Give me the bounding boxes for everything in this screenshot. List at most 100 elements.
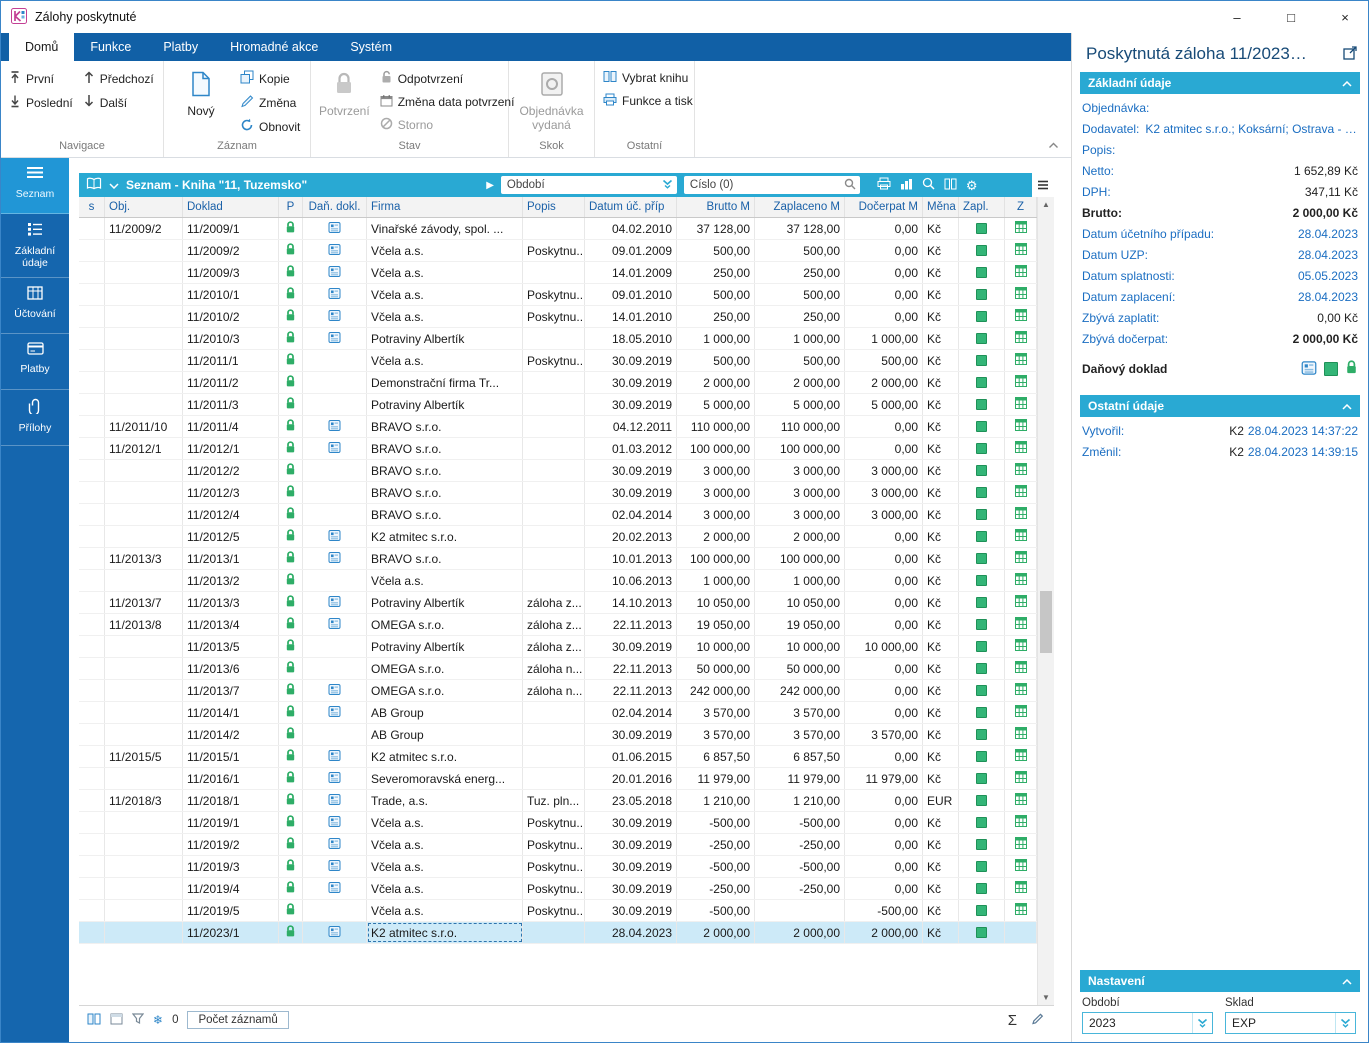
unconfirm-button[interactable]: Odpotvrzení (380, 70, 515, 87)
chart-icon[interactable] (900, 178, 913, 193)
warehouse-dropdown-icon[interactable] (1335, 1013, 1355, 1033)
column-header[interactable]: Firma (367, 197, 523, 217)
table-row[interactable]: 11/2011/2Demonstrační firma Tr...30.09.2… (79, 372, 1037, 394)
column-header[interactable]: s (79, 197, 105, 217)
column-header[interactable]: Dočerpat M (845, 197, 923, 217)
table-row[interactable]: 11/2010/2Včela a.s.Poskytnu...14.01.2010… (79, 306, 1037, 328)
table-row[interactable]: 11/2013/5Potraviny Albertíkzáloha z...30… (79, 636, 1037, 658)
column-header[interactable]: Popis (523, 197, 585, 217)
ribbon-tab[interactable]: Platby (147, 33, 214, 61)
table-row[interactable]: 11/2012/4BRAVO s.r.o.02.04.20143 000,003… (79, 504, 1037, 526)
table-row[interactable]: 11/2019/2Včela a.s.Poskytnu...30.09.2019… (79, 834, 1037, 856)
column-header[interactable]: Zapl. (959, 197, 1005, 217)
table-row[interactable]: 11/2013/6OMEGA s.r.o.záloha n...22.11.20… (79, 658, 1037, 680)
search-book-icon[interactable] (922, 177, 935, 193)
vertical-scrollbar[interactable]: ▲ ▼ (1037, 197, 1054, 1005)
panel-icon[interactable] (110, 1013, 123, 1028)
period-filter[interactable] (501, 176, 677, 194)
sidebar-item-uctovani[interactable]: Účtování (1, 278, 69, 334)
table-row[interactable]: 11/2014/1AB Group02.04.20143 570,003 570… (79, 702, 1037, 724)
scroll-down-icon[interactable]: ▼ (1038, 990, 1054, 1005)
edit-button[interactable]: Změna (240, 94, 300, 111)
section-header-settings[interactable]: Nastavení (1080, 970, 1360, 992)
search-icon[interactable] (844, 178, 856, 193)
ribbon-collapse-icon[interactable] (1048, 138, 1059, 152)
section-header-other[interactable]: Ostatní údaje (1080, 395, 1360, 417)
table-row[interactable]: 11/2019/1Včela a.s.Poskytnu...30.09.2019… (79, 812, 1037, 834)
table-row[interactable]: 11/2011/1011/2011/4BRAVO s.r.o.04.12.201… (79, 416, 1037, 438)
table-row[interactable]: 11/2012/5K2 atmitec s.r.o.20.02.20132 00… (79, 526, 1037, 548)
period-input[interactable] (1083, 1016, 1192, 1030)
sidebar-item-platby[interactable]: Platby (1, 334, 69, 390)
column-header[interactable]: Datum úč. příp (585, 197, 677, 217)
open-book-icon[interactable] (86, 177, 102, 193)
column-header[interactable]: Doklad (183, 197, 279, 217)
print-icon[interactable] (877, 177, 891, 193)
section-header-basic[interactable]: Základní údaje (1080, 72, 1360, 94)
scrollbar-thumb[interactable] (1040, 591, 1052, 653)
period-filter-input[interactable] (507, 179, 658, 191)
minimize-button[interactable]: – (1214, 1, 1260, 33)
filter-icon[interactable] (132, 1013, 144, 1027)
functions-print-button[interactable]: Funkce a tisk (603, 93, 693, 109)
table-row[interactable]: 11/2010/1Včela a.s.Poskytnu...09.01.2010… (79, 284, 1037, 306)
edit-pencil-icon[interactable] (1031, 1012, 1044, 1028)
period-field[interactable] (1082, 1012, 1213, 1034)
table-row[interactable]: 11/2013/711/2013/3Potraviny Albertíkzálo… (79, 592, 1037, 614)
table-row[interactable]: 11/2018/311/2018/1Trade, a.s.Tuz. pln...… (79, 790, 1037, 812)
last-button[interactable]: Poslední (9, 94, 73, 111)
maximize-button[interactable]: □ (1268, 1, 1314, 33)
first-button[interactable]: První (9, 70, 73, 87)
filter-chevrons-icon[interactable] (662, 178, 673, 192)
previous-button[interactable]: Předchozí (83, 70, 154, 87)
table-row[interactable]: 11/2013/311/2013/1BRAVO s.r.o.10.01.2013… (79, 548, 1037, 570)
table-row[interactable]: 11/2013/811/2013/4OMEGA s.r.o.záloha z..… (79, 614, 1037, 636)
table-row[interactable]: 11/2013/2Včela a.s.10.06.20131 000,001 0… (79, 570, 1037, 592)
table-row[interactable]: 11/2014/2AB Group30.09.20193 570,003 570… (79, 724, 1037, 746)
sum-icon[interactable]: Σ (1008, 1012, 1017, 1029)
purchase-order-button[interactable]: Objednávka vydaná (517, 70, 586, 140)
column-header[interactable]: Zaplaceno M (755, 197, 845, 217)
table-row[interactable]: 11/2015/511/2015/1K2 atmitec s.r.o.01.06… (79, 746, 1037, 768)
table-row[interactable]: 11/2011/3Potraviny Albertík30.09.20195 0… (79, 394, 1037, 416)
next-button[interactable]: Další (83, 94, 154, 111)
ribbon-tab[interactable]: Systém (334, 33, 408, 61)
column-header[interactable]: P (279, 197, 303, 217)
close-button[interactable]: × (1322, 1, 1368, 33)
table-row[interactable]: 11/2012/111/2012/1BRAVO s.r.o.01.03.2012… (79, 438, 1037, 460)
table-row[interactable]: 11/2019/3Včela a.s.Poskytnu...30.09.2019… (79, 856, 1037, 878)
table-row[interactable]: 11/2012/3BRAVO s.r.o.30.09.20193 000,003… (79, 482, 1037, 504)
column-header[interactable]: Brutto M (677, 197, 755, 217)
settings-gear-icon[interactable]: ⚙ (966, 179, 978, 192)
table-row[interactable]: 11/2016/1Severomoravská energ...20.01.20… (79, 768, 1037, 790)
table-row[interactable]: 11/2009/3Včela a.s.14.01.2009250,00250,0… (79, 262, 1037, 284)
sidebar-item-zakladni-udaje[interactable]: Základní údaje (1, 214, 69, 278)
sidebar-item-prilohy[interactable]: Přílohy (1, 390, 69, 446)
ribbon-tab[interactable]: Hromadné akce (214, 33, 334, 61)
number-search-input[interactable] (690, 179, 840, 191)
table-row[interactable]: 11/2009/211/2009/1Vinařské závody, spol.… (79, 218, 1037, 240)
sidebar-item-seznam[interactable]: Seznam (1, 158, 69, 214)
book-title[interactable]: Seznam - Kniha "11, Tuzemsko" (126, 178, 307, 192)
table-row[interactable]: 11/2010/3Potraviny Albertík18.05.20101 0… (79, 328, 1037, 350)
warehouse-field[interactable] (1225, 1012, 1356, 1034)
view-columns-icon[interactable] (87, 1013, 101, 1028)
open-in-window-icon[interactable] (1343, 46, 1358, 63)
table-row[interactable]: 11/2023/1K2 atmitec s.r.o.28.04.20232 00… (79, 922, 1037, 944)
copy-button[interactable]: Kopie (240, 70, 300, 87)
select-book-button[interactable]: Vybrat knihu (603, 70, 693, 86)
column-header[interactable]: Z (1005, 197, 1037, 217)
confirm-button[interactable]: Potvrzení (319, 70, 370, 140)
table-row[interactable]: 11/2013/7OMEGA s.r.o.záloha n...22.11.20… (79, 680, 1037, 702)
storno-button[interactable]: Storno (380, 117, 515, 133)
column-header[interactable]: Měna (923, 197, 959, 217)
new-button[interactable]: Nový (172, 70, 230, 140)
change-confirm-date-button[interactable]: Změna data potvrzení (380, 94, 515, 110)
table-row[interactable]: 11/2019/5Včela a.s.Poskytnu...30.09.2019… (79, 900, 1037, 922)
refresh-button[interactable]: Obnovit (240, 118, 300, 135)
column-header[interactable]: Daň. dokl. (303, 197, 367, 217)
supplier-link[interactable]: K2 atmitec s.r.o.; Koksární; Ostrava - P… (1145, 122, 1358, 136)
play-icon[interactable]: ▶ (486, 180, 494, 191)
scroll-up-icon[interactable]: ▲ (1038, 197, 1054, 212)
table-row[interactable]: 11/2009/2Včela a.s.Poskytnu...09.01.2009… (79, 240, 1037, 262)
